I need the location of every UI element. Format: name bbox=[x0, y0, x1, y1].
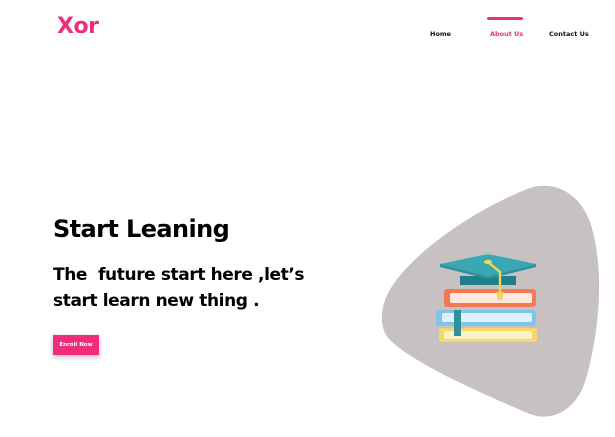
hero-illustration bbox=[381, 185, 600, 417]
active-nav-indicator bbox=[487, 17, 523, 20]
enroll-now-button[interactable]: Enroll Now bbox=[53, 335, 99, 355]
top-nav: Home About Us Contact Us bbox=[0, 0, 615, 50]
landing-page: Xor Home About Us Contact Us Start Leani… bbox=[0, 0, 615, 437]
graduation-books-icon bbox=[436, 254, 537, 342]
nav-link-contact-us[interactable]: Contact Us bbox=[549, 30, 589, 38]
nav-link-home[interactable]: Home bbox=[430, 30, 451, 38]
hero-title: Start Leaning bbox=[53, 215, 230, 243]
hero-subtitle: The future start here ,let’s start learn… bbox=[53, 265, 305, 311]
nav-link-about-us[interactable]: About Us bbox=[490, 30, 523, 38]
